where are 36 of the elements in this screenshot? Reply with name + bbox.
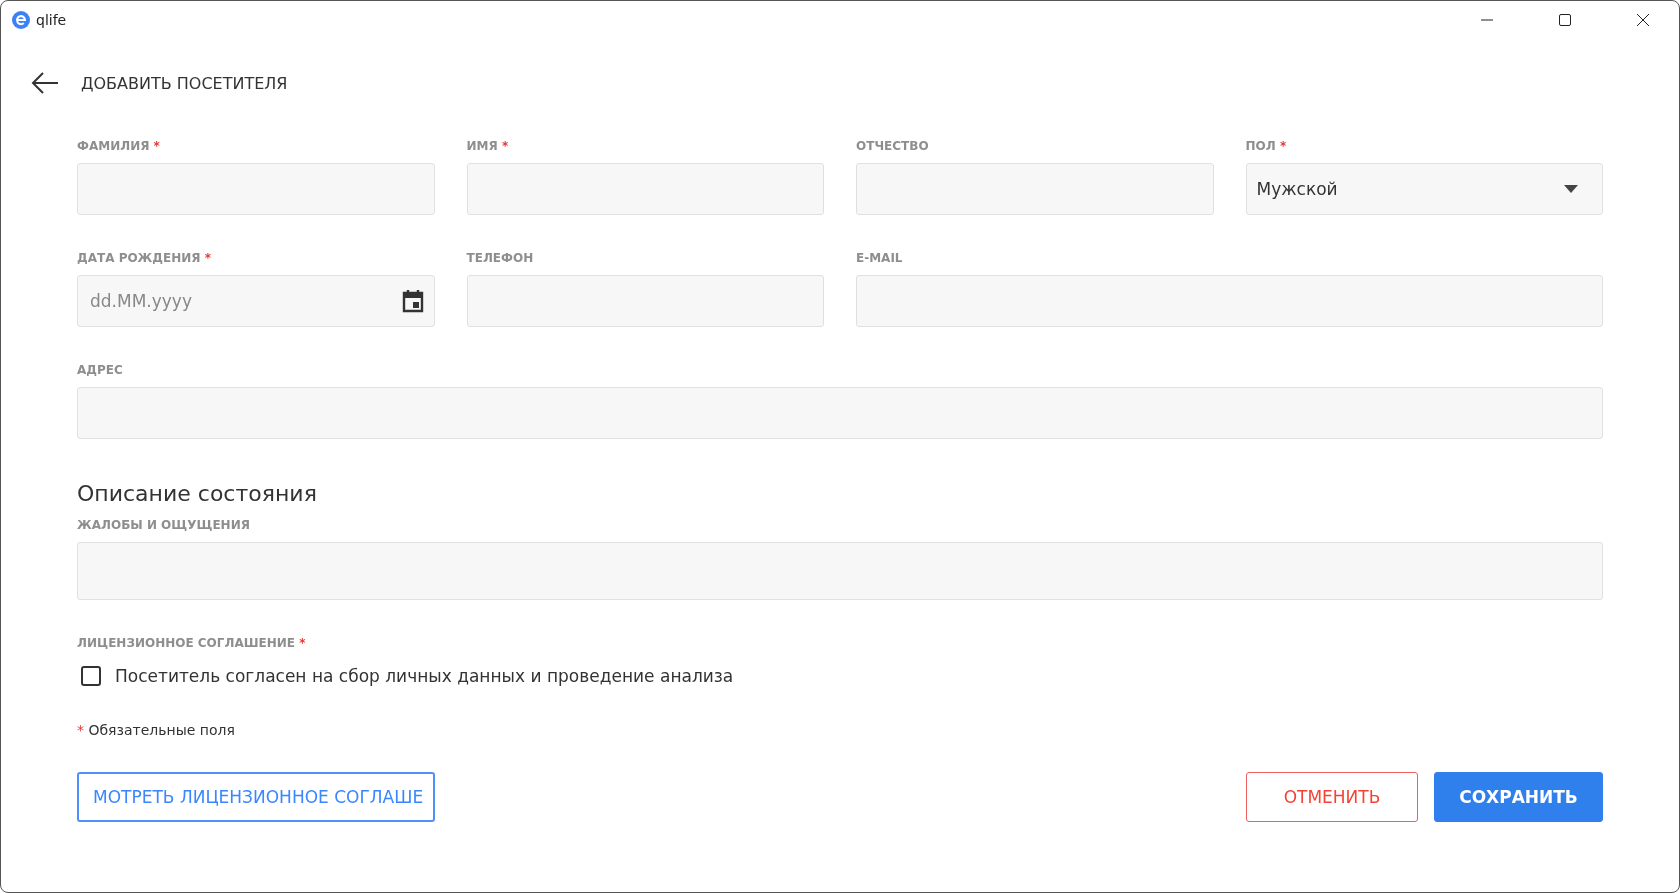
gender-select[interactable]: Мужской (1245, 163, 1603, 215)
field-label: ЛИЦЕНЗИОННОЕ СОГЛАШЕНИЕ * (77, 636, 307, 650)
maximize-icon[interactable] (1559, 14, 1571, 26)
input-field[interactable] (77, 163, 435, 215)
field-label: ФАМИЛИЯ * (77, 139, 161, 153)
caret-down-icon (1564, 185, 1578, 193)
page-title: ДОБАВИТЬ ПОСЕТИТЕЛЯ (81, 73, 288, 93)
back-arrow-icon[interactable] (31, 71, 59, 95)
cancel-button[interactable]: ОТМЕНИТЬ (1246, 772, 1418, 822)
field-label: E-MAIL (856, 251, 904, 265)
section-title: Описание состояния (77, 481, 318, 506)
input-field[interactable] (466, 163, 824, 215)
field-label: ПОЛ * (1245, 139, 1288, 153)
field-label: ИМЯ * (466, 139, 510, 153)
license-button[interactable]: МОТРЕТЬ ЛИЦЕНЗИОННОЕ СОГЛАШЕ (77, 772, 435, 822)
app-logo-icon (12, 11, 30, 29)
input-field[interactable] (466, 275, 824, 327)
window-title: qlife (36, 12, 68, 28)
save-button[interactable]: СОХРАНИТЬ (1434, 772, 1603, 822)
input-field[interactable] (856, 275, 1603, 327)
field-label: ОТЧЕСТВО (856, 139, 930, 153)
required-note: * Обязательные поля (77, 722, 236, 738)
calendar-icon[interactable] (401, 289, 424, 313)
input-field[interactable] (77, 542, 1603, 600)
close-icon[interactable] (1637, 14, 1649, 26)
input-field[interactable] (77, 387, 1603, 439)
checkbox-label[interactable]: Посетитель согласен на сбор личных данных и проведение анализа (115, 666, 734, 686)
input-field[interactable] (856, 163, 1214, 215)
field-label: ЖАЛОБЫ И ОЩУЩЕНИЯ (77, 518, 251, 532)
minimize-icon[interactable] (1481, 19, 1493, 21)
field-label: ДАТА РОЖДЕНИЯ * (77, 251, 212, 265)
field-label: ТЕЛЕФОН (466, 251, 535, 265)
checkbox[interactable] (81, 666, 101, 686)
date-field[interactable]: dd.MM.yyyy (77, 275, 435, 327)
field-label: АДРЕС (77, 363, 124, 377)
date-input[interactable]: dd.MM.yyyy (88, 290, 402, 312)
